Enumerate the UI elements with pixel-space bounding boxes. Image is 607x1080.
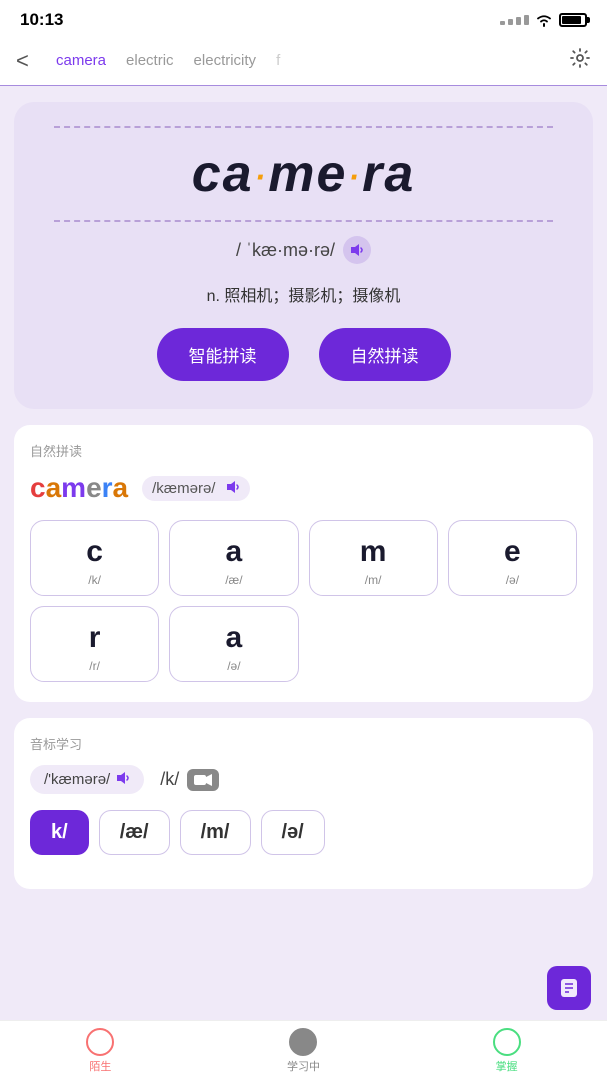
notes-button[interactable] [547,966,591,1010]
letter-card-a2[interactable]: a /ə/ [169,606,298,682]
phonetic-chip-m[interactable]: /m/ [180,810,251,855]
learning-circle [289,1028,317,1056]
bottom-nav-learning[interactable]: 学习中 [287,1028,320,1074]
bottom-nav-mastered[interactable]: 掌握 [493,1028,521,1074]
camera-video-icon[interactable] [187,769,219,791]
action-buttons: 智能拼读 自然拼读 [34,328,573,381]
nav-tabs: camera electric electricity f [46,50,569,71]
phonetic-section: 音标学习 /'kæmərə/ /k/ [14,718,593,889]
back-button[interactable]: < [16,48,46,74]
letter-card-m[interactable]: m /m/ [309,520,438,596]
natural-word: camera [30,472,128,504]
natural-read-button[interactable]: 自然拼读 [319,328,451,381]
letter-card-e[interactable]: e /ə/ [448,520,577,596]
smart-read-button[interactable]: 智能拼读 [157,328,289,381]
natural-section: 自然拼读 camera /kæmərə/ c /k/ [14,425,593,702]
dashes-top [54,126,553,128]
word-card: ca·me·ra / ˈkæ·mə·rə/ n. 照相机；摄影机；摄像机 智能拼… [14,102,593,409]
phonetic-sound-button[interactable] [343,236,371,264]
phonetic-k-row: /k/ [160,769,219,791]
natural-sound-button[interactable] [226,480,240,497]
phonetic-chip-ae[interactable]: /æ/ [99,810,170,855]
stranger-circle [86,1028,114,1056]
letter-card-a1[interactable]: a /æ/ [169,520,298,596]
letter-grid-row2: r /r/ a /ə/ [30,606,577,682]
phonetic-text: / ˈkæ·mə·rə/ [236,240,335,261]
natural-word-row: camera /kæmərə/ [30,472,577,504]
letter-card-c[interactable]: c /k/ [30,520,159,596]
wifi-icon [535,13,553,27]
nav-tab-f[interactable]: f [266,50,290,71]
dashes-bottom [54,220,553,222]
mastered-label: 掌握 [496,1058,518,1074]
nav-tab-camera[interactable]: camera [46,50,116,71]
signal-icon [500,15,529,25]
nav-tab-electricity[interactable]: electricity [184,50,267,71]
phonetic-study-sound-button[interactable] [116,771,130,788]
bottom-nav-stranger[interactable]: 陌生 [86,1028,114,1074]
nav-tab-electric[interactable]: electric [116,50,184,71]
phonetic-section-label: 音标学习 [30,734,577,753]
status-bar: 10:13 [0,0,607,36]
letter-grid-row1: c /k/ a /æ/ m /m/ e /ə/ [30,520,577,596]
word-title: ca·me·ra [34,144,573,204]
natural-phonetic: /kæmərə/ [142,476,250,501]
bottom-nav: 陌生 学习中 掌握 [0,1020,607,1080]
letter-card-r[interactable]: r /r/ [30,606,159,682]
phonetic-chip-schwa[interactable]: /ə/ [261,810,325,855]
phonetic-chip-k[interactable]: k/ [30,810,89,855]
status-time: 10:13 [20,10,63,30]
mastered-circle [493,1028,521,1056]
status-icons [500,13,587,27]
phonetic-full-pill[interactable]: /'kæmərə/ [30,765,144,794]
phonetic-study-row: /'kæmərə/ /k/ [30,765,577,794]
learning-label: 学习中 [287,1058,320,1074]
stranger-label: 陌生 [89,1058,111,1074]
nav-bar: < camera electric electricity f [0,36,607,86]
definition: n. 照相机；摄影机；摄像机 [34,282,573,306]
phonetic-chips: k/ /æ/ /m/ /ə/ [30,810,577,855]
phonetic-row: / ˈkæ·mə·rə/ [34,236,573,264]
natural-section-label: 自然拼读 [30,441,577,460]
settings-button[interactable] [569,47,591,75]
battery-icon [559,13,587,27]
main-content: ca·me·ra / ˈkæ·mə·rə/ n. 照相机；摄影机；摄像机 智能拼… [0,86,607,1020]
